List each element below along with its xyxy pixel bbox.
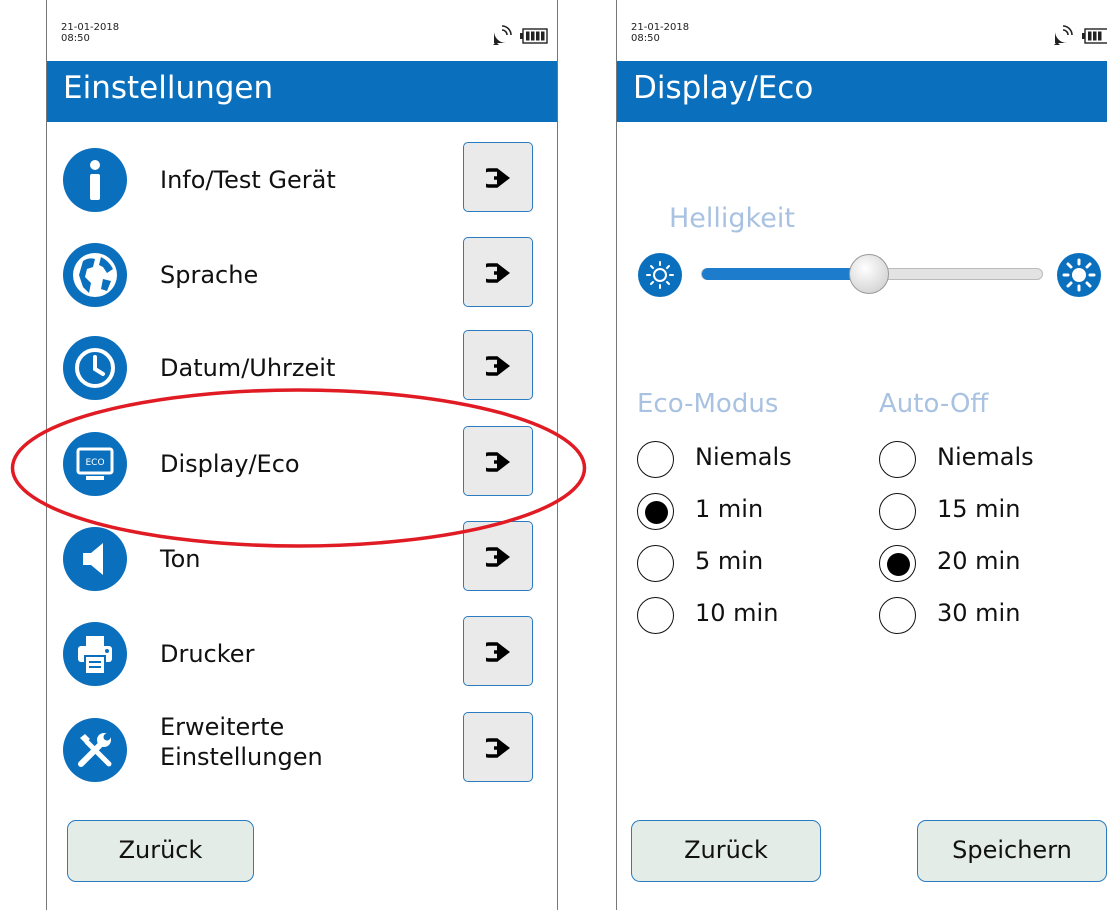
auto-off-option[interactable]: Niemals [879, 441, 1107, 481]
title-bar: Display/Eco [617, 61, 1107, 122]
radio-button[interactable] [637, 441, 674, 478]
open-printer-button[interactable] [463, 616, 533, 686]
menu-item-language[interactable]: Sprache [63, 237, 541, 323]
page-title: Einstellungen [63, 70, 274, 106]
clock-icon [63, 336, 127, 400]
eco-mode-option[interactable]: 5 min [637, 545, 907, 585]
radio-label: 20 min [937, 547, 1021, 575]
radio-label: 1 min [695, 495, 764, 523]
back-button[interactable]: Zurück [67, 820, 254, 882]
radio-button[interactable] [879, 493, 916, 530]
menu-item-label-multiline: Erweiterte Einstellungen [160, 712, 323, 772]
brightness-label: Helligkeit [669, 203, 795, 234]
printer-icon [63, 622, 127, 686]
settings-screen: 21-01-2018 08:50 Einstellungen Info/Test … [46, 0, 558, 910]
status-datetime: 21-01-2018 08:50 [61, 22, 119, 44]
eco-mode-option[interactable]: Niemals [637, 441, 907, 481]
open-date-time-button[interactable] [463, 330, 533, 400]
menu-item-label: Datum/Uhrzeit [160, 354, 336, 382]
page-title: Display/Eco [633, 70, 814, 106]
open-info-test-button[interactable] [463, 142, 533, 212]
arrow-right-icon [486, 642, 510, 662]
satellite-signal-icon [493, 25, 512, 45]
menu-item-label: Ton [160, 545, 201, 573]
arrow-right-icon [486, 168, 510, 188]
tools-icon [63, 718, 127, 782]
radio-button[interactable] [637, 545, 674, 582]
open-advanced-settings-button[interactable] [463, 712, 533, 782]
back-button[interactable]: Zurück [631, 820, 821, 882]
status-date: 21-01-2018 [631, 22, 690, 33]
eco-mode-option[interactable]: 1 min [637, 493, 907, 533]
radio-label: Niemals [695, 443, 792, 471]
status-time: 08:50 [61, 33, 90, 44]
menu-item-label: Info/Test Gerät [160, 166, 336, 194]
brightness-low-icon [638, 253, 682, 297]
brightness-high-icon [1057, 253, 1101, 297]
auto-off-label: Auto-Off [879, 389, 989, 419]
save-button[interactable]: Speichern [917, 820, 1107, 882]
radio-button[interactable] [879, 441, 916, 478]
radio-button[interactable] [879, 597, 916, 634]
auto-off-option[interactable]: 15 min [879, 493, 1107, 533]
menu-item-sound[interactable]: Ton [63, 521, 541, 607]
arrow-right-icon [486, 547, 510, 567]
battery-icon [520, 28, 548, 44]
radio-label: 10 min [695, 599, 779, 627]
menu-item-display-eco[interactable]: ECO Display/Eco [63, 426, 541, 512]
eco-mode-label: Eco-Modus [637, 389, 779, 419]
radio-button[interactable] [637, 597, 674, 634]
status-datetime: 21-01-2018 08:50 [631, 22, 689, 44]
radio-selected-dot [887, 553, 910, 576]
menu-item-label: Drucker [160, 640, 255, 668]
info-icon [63, 148, 127, 212]
radio-label: Niemals [937, 443, 1034, 471]
menu-item-date-time[interactable]: Datum/Uhrzeit [63, 330, 541, 416]
title-bar: Einstellungen [47, 61, 557, 122]
auto-off-option[interactable]: 20 min [879, 545, 1107, 585]
open-language-button[interactable] [463, 237, 533, 307]
menu-item-info-test[interactable]: Info/Test Gerät [63, 142, 541, 228]
status-date: 21-01-2018 [61, 22, 120, 33]
radio-label: 5 min [695, 547, 764, 575]
auto-off-option[interactable]: 30 min [879, 597, 1107, 637]
radio-label: 30 min [937, 599, 1021, 627]
arrow-right-icon [486, 356, 510, 376]
menu-item-advanced-settings[interactable]: Erweiterte Einstellungen [63, 712, 541, 798]
battery-icon [1082, 28, 1107, 44]
open-sound-button[interactable] [463, 521, 533, 591]
radio-button[interactable] [879, 545, 916, 582]
status-time: 08:50 [631, 33, 660, 44]
radio-button[interactable] [637, 493, 674, 530]
satellite-signal-icon [1054, 25, 1073, 45]
eco-monitor-icon: ECO [63, 432, 127, 496]
menu-item-label-line2: Einstellungen [160, 743, 323, 771]
menu-item-label-line1: Erweiterte [160, 713, 285, 741]
arrow-right-icon [486, 452, 510, 472]
arrow-right-icon [486, 263, 510, 283]
open-display-eco-button[interactable] [463, 426, 533, 496]
eco-icon-text: ECO [85, 458, 104, 468]
slider-fill [702, 268, 870, 280]
globe-icon [63, 243, 127, 307]
display-eco-screen: 21-01-201808:50 Display/Eco Helligkeit [616, 0, 1107, 910]
speaker-icon [63, 527, 127, 591]
menu-item-printer[interactable]: Drucker [63, 616, 541, 702]
menu-item-label: Display/Eco [160, 450, 300, 478]
slider-thumb[interactable] [848, 254, 889, 294]
menu-item-label: Sprache [160, 261, 259, 289]
arrow-right-icon [486, 738, 510, 758]
radio-label: 15 min [937, 495, 1021, 523]
eco-mode-option[interactable]: 10 min [637, 597, 907, 637]
brightness-slider[interactable] [637, 250, 1107, 300]
radio-selected-dot [645, 501, 668, 524]
